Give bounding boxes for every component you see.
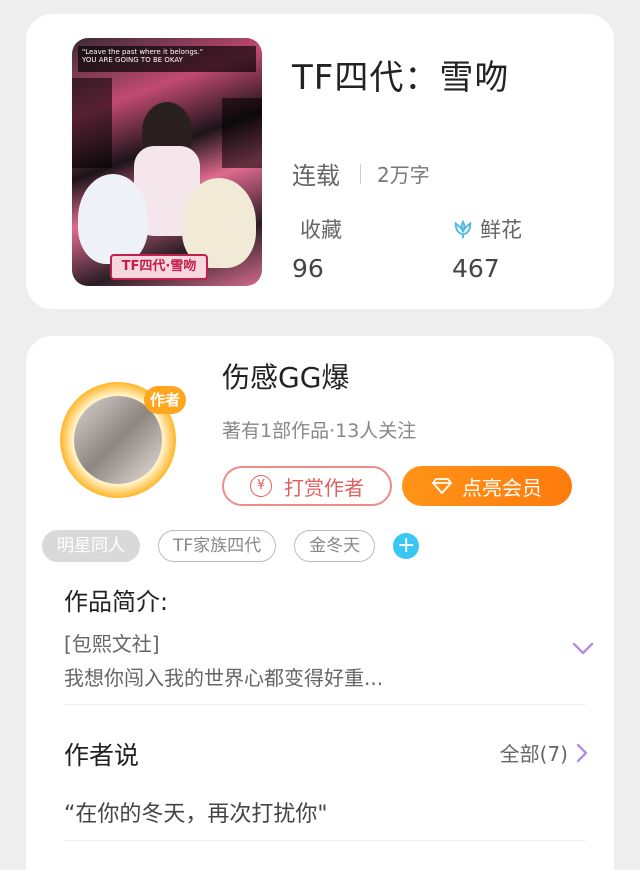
- tulip-icon: [454, 219, 472, 239]
- author-name[interactable]: 伤感GG爆: [222, 356, 349, 396]
- intro-title: 作品简介:: [64, 588, 169, 616]
- activate-vip-button[interactable]: 点亮会员: [402, 466, 572, 506]
- intro-text-line: [包熙文社]: [64, 632, 160, 656]
- author-say-quote: “在你的冬天，再次打扰你": [64, 802, 328, 827]
- add-tag-icon[interactable]: +: [393, 533, 420, 559]
- tip-author-button[interactable]: ¥ 打赏作者: [222, 466, 392, 506]
- author-card: 作者 伤感GG爆 著有1部作品·13人关注 ¥ 打赏作者 点亮会员 明星同人 T…: [26, 336, 614, 870]
- author-avatar[interactable]: 作者: [54, 374, 186, 502]
- divider: [360, 163, 361, 184]
- author-say-all-label: 全部(7): [499, 742, 568, 766]
- tag-item[interactable]: 金冬天: [294, 530, 376, 562]
- author-say-all-link[interactable]: 全部(7): [500, 738, 588, 767]
- collect-count: 96: [292, 254, 324, 283]
- divider: [64, 840, 586, 841]
- word-count: 2万字: [377, 163, 430, 187]
- collect-label: 收藏: [300, 218, 342, 242]
- serial-status: 连载: [292, 162, 340, 190]
- tag-item[interactable]: TF家族四代: [158, 530, 277, 562]
- divider: [64, 704, 586, 705]
- flower-label: 鲜花: [480, 218, 522, 242]
- vip-label: 点亮会员: [462, 475, 542, 500]
- serial-info: 连载 2万字: [292, 156, 430, 191]
- book-info-card: "Leave the past where it belongs." YOU A…: [26, 14, 614, 309]
- author-badge: 作者: [144, 386, 186, 414]
- tip-author-label: 打赏作者: [284, 475, 364, 500]
- cover-title-tag: TF四代·雪吻: [110, 254, 208, 280]
- expand-chevron-icon[interactable]: [572, 642, 594, 656]
- diamond-icon: [432, 478, 452, 494]
- cover-figure: [78, 174, 148, 264]
- cover-decoration: [222, 98, 262, 168]
- author-say-title: 作者说: [64, 741, 140, 770]
- yuan-coin-icon: ¥: [250, 475, 272, 497]
- book-title: TF四代：雪吻: [292, 58, 510, 98]
- flower-stat[interactable]: 鲜花: [452, 214, 522, 244]
- cover-decoration: [72, 78, 112, 168]
- book-cover-image[interactable]: "Leave the past where it belongs." YOU A…: [72, 38, 262, 286]
- flower-count: 467: [452, 254, 500, 283]
- cover-quote: "Leave the past where it belongs." YOU A…: [78, 46, 256, 72]
- chevron-right-icon: [576, 743, 588, 762]
- author-meta: 著有1部作品·13人关注: [222, 420, 417, 442]
- tag-item[interactable]: 明星同人: [42, 530, 140, 562]
- tag-list: 明星同人 TF家族四代 金冬天 +: [42, 530, 420, 562]
- intro-text-line: 我想你闯入我的世界心都变得好重...: [64, 666, 384, 690]
